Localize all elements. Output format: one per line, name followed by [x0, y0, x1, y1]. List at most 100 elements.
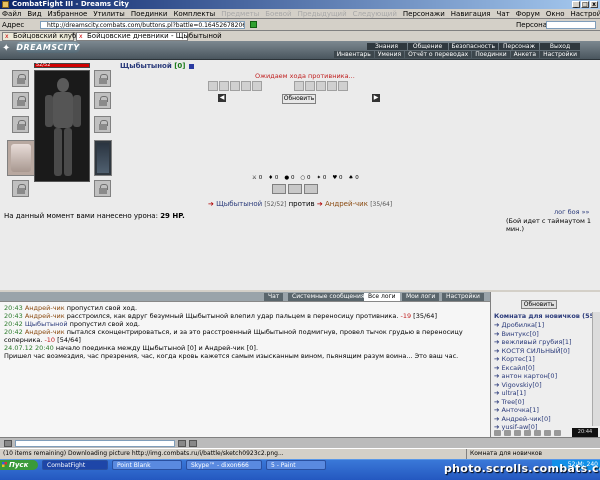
- nav-profile[interactable]: Анкета: [510, 51, 540, 58]
- opponent-enemy-name[interactable]: Андрей-чик: [325, 200, 368, 208]
- toolbar-icon[interactable]: [494, 430, 501, 436]
- go-icon[interactable]: [250, 21, 257, 28]
- equip-slot-pants[interactable]: [94, 140, 112, 176]
- zone-box[interactable]: [252, 81, 262, 91]
- start-button[interactable]: Пуск: [0, 460, 38, 470]
- menu-file[interactable]: Файл: [2, 9, 21, 18]
- nav-battles[interactable]: Поединки: [472, 51, 510, 58]
- menu-tools[interactable]: Утилиты: [93, 9, 125, 18]
- room-user[interactable]: ➔ Дробилка[1]: [494, 321, 572, 330]
- room-scrollbar[interactable]: [592, 312, 600, 426]
- minimize-button[interactable]: _: [572, 1, 580, 8]
- nav-knowledge[interactable]: Знания: [366, 43, 407, 50]
- equip-slot-earrings[interactable]: [94, 70, 111, 87]
- room-user[interactable]: ➔ вежливый грубия[1]: [494, 338, 572, 347]
- nav-character[interactable]: Персонаж: [499, 43, 539, 50]
- zone-box[interactable]: [219, 81, 229, 91]
- room-refresh-button[interactable]: Обновить: [521, 300, 557, 309]
- toolbar-icon[interactable]: [514, 430, 521, 436]
- battle-log-link[interactable]: лог боя »»: [554, 208, 590, 216]
- tab-my-logs[interactable]: Мои логи: [402, 293, 440, 301]
- heal-button[interactable]: [304, 184, 318, 194]
- zone-box[interactable]: [338, 81, 348, 91]
- arrow-left-icon[interactable]: ◀: [218, 94, 226, 102]
- clear-icon[interactable]: [189, 439, 197, 447]
- tab-system-messages[interactable]: Системные сообщения: [288, 293, 369, 301]
- tab-diary[interactable]: x Бойцовские дневники - Щыбытыной: [76, 32, 222, 41]
- window-title-bar[interactable]: CombatFight III - Dreams City _ □ x: [0, 0, 600, 9]
- nav-transfers[interactable]: Отчёт о переводах: [405, 51, 472, 58]
- menu-battles[interactable]: Поединки: [131, 9, 168, 18]
- chat-user[interactable]: Андрей-чик: [25, 304, 65, 312]
- attack-button[interactable]: [272, 184, 286, 194]
- equip-slot-gloves[interactable]: [94, 116, 111, 133]
- room-user[interactable]: ➔ Кортес[1]: [494, 355, 572, 364]
- menu-view[interactable]: Вид: [27, 9, 41, 18]
- player-name[interactable]: Щыбытыной [0]: [120, 62, 194, 70]
- room-user[interactable]: ➔ антон картон[0]: [494, 372, 572, 381]
- close-icon[interactable]: x: [5, 34, 11, 40]
- taskbar-point-blank[interactable]: Point Blank: [112, 460, 182, 470]
- zone-box[interactable]: [327, 81, 337, 91]
- zone-box[interactable]: [241, 81, 251, 91]
- chat-message-input[interactable]: [15, 439, 175, 447]
- equip-slot-belt[interactable]: [12, 180, 29, 197]
- room-user[interactable]: ➔ Андрей-чик[0]: [494, 415, 572, 424]
- toolbar-icon[interactable]: [534, 430, 541, 436]
- opponent-self-name[interactable]: Щыбытыной: [216, 200, 262, 208]
- taskbar-combatfight[interactable]: CombatFight: [42, 460, 108, 470]
- equip-slot-shirt[interactable]: [7, 140, 35, 176]
- menu-characters[interactable]: Персонажи: [403, 9, 445, 18]
- nav-skills[interactable]: Умения: [374, 51, 405, 58]
- nav-communication[interactable]: Общение: [407, 43, 448, 50]
- menu-window[interactable]: Окно: [546, 9, 565, 18]
- menu-favorites[interactable]: Избранное: [48, 9, 88, 18]
- nav-settings[interactable]: Настройки: [540, 51, 580, 58]
- room-user[interactable]: ➔ КОСТЯ СИЛЬНЫЙ[0]: [494, 347, 572, 356]
- defense-button[interactable]: [288, 184, 302, 194]
- site-logo[interactable]: DREAMSCITY: [16, 42, 80, 53]
- zone-box[interactable]: [316, 81, 326, 91]
- toolbar-icon[interactable]: [504, 430, 511, 436]
- menu-items[interactable]: Предметы: [221, 9, 259, 18]
- arrow-right-icon[interactable]: ▶: [372, 94, 380, 102]
- taskbar-paint[interactable]: 5 - Paint: [266, 460, 326, 470]
- tab-fight-club[interactable]: x Бойцовский клуб: [2, 32, 76, 41]
- zone-box[interactable]: [305, 81, 315, 91]
- equip-slot-helmet[interactable]: [12, 70, 29, 87]
- room-user[interactable]: ➔ Анточка[1]: [494, 406, 572, 415]
- zone-box[interactable]: [230, 81, 240, 91]
- tab-all-logs[interactable]: Все логи: [364, 293, 400, 301]
- zone-box[interactable]: [294, 81, 304, 91]
- menu-forum[interactable]: Форум: [516, 9, 540, 18]
- menu-prev[interactable]: Предыдущий: [298, 9, 347, 18]
- toolbar-icon[interactable]: [544, 430, 551, 436]
- taskbar-skype[interactable]: Skype™ - dixon666: [186, 460, 262, 470]
- menu-next[interactable]: Следующий: [353, 9, 397, 18]
- menu-chat[interactable]: Чат: [497, 9, 510, 18]
- character-avatar[interactable]: [34, 70, 90, 182]
- equip-slot-ring-1[interactable]: [94, 92, 111, 109]
- smiley-icon[interactable]: [4, 439, 12, 447]
- character-search-input[interactable]: [546, 21, 596, 29]
- equip-slot-weapon[interactable]: [12, 116, 29, 133]
- tab-chat-settings[interactable]: Настройки: [442, 293, 484, 301]
- maximize-button[interactable]: □: [581, 1, 589, 8]
- tab-chat[interactable]: Чат: [264, 293, 284, 301]
- room-user[interactable]: ➔ Ексайл[0]: [494, 364, 572, 373]
- chat-user[interactable]: Андрей-чик: [25, 328, 65, 336]
- nav-inventory[interactable]: Инвентарь: [333, 51, 374, 58]
- address-input[interactable]: http://dreamscity.combats.com/buttons.pl…: [40, 21, 245, 29]
- close-button[interactable]: x: [590, 1, 598, 8]
- toolbar-icon[interactable]: [524, 430, 531, 436]
- toolbar-icon[interactable]: [554, 430, 561, 436]
- chat-user[interactable]: Андрей-чик: [25, 312, 65, 320]
- room-user[interactable]: ➔ Vigovskiy[0]: [494, 381, 572, 390]
- menu-navigation[interactable]: Навигация: [451, 9, 491, 18]
- equip-slot-boots[interactable]: [94, 180, 111, 197]
- room-user[interactable]: ➔ ultra[1]: [494, 389, 572, 398]
- room-user[interactable]: ➔ Винтукс[0]: [494, 330, 572, 339]
- close-icon[interactable]: x: [79, 34, 85, 40]
- room-user[interactable]: ➔ Tree[0]: [494, 398, 572, 407]
- send-icon[interactable]: [178, 439, 186, 447]
